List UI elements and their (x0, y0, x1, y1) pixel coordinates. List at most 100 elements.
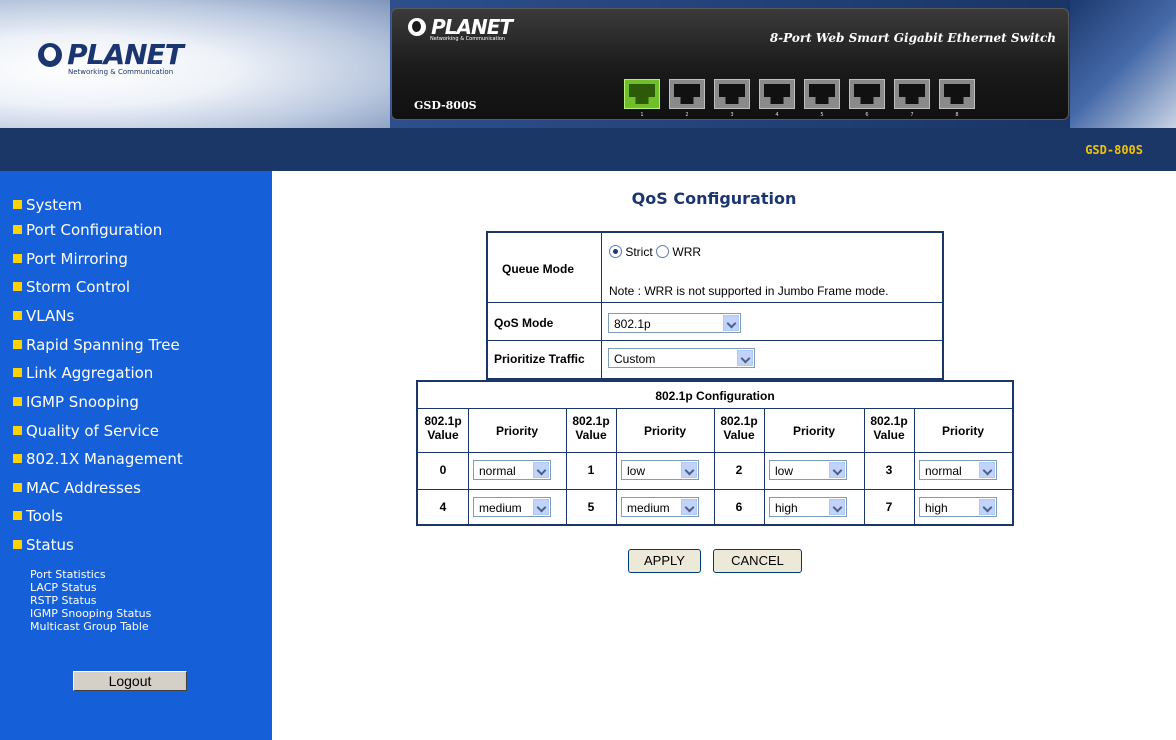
divider (601, 233, 602, 378)
port-icon (669, 79, 705, 109)
port-icon (894, 79, 930, 109)
priority-select[interactable]: normal (473, 460, 551, 480)
port-icon (804, 79, 840, 109)
sidebar-item-port-configuration[interactable]: Port Configuration (13, 221, 162, 243)
qos-mode-select[interactable]: 802.1p (608, 313, 741, 333)
queue-mode-strict-radio[interactable] (609, 245, 622, 258)
logout-button[interactable]: Logout (73, 671, 187, 691)
priority-value: 4 (439, 500, 447, 514)
chevron-down-icon (533, 462, 549, 478)
model-label: GSD-800S (1085, 143, 1143, 157)
qos-mode-label: QoS Mode (494, 316, 554, 330)
top-bar: GSD-800S (0, 128, 1176, 171)
device-title: 8-Port Web Smart Gigabit Ethernet Switch (769, 31, 1056, 45)
sidebar-item-rapid-spanning-tree[interactable]: Rapid Spanning Tree (13, 336, 180, 358)
divider (418, 489, 1012, 490)
sidebar-subitem-igmp-snooping-status[interactable]: IGMP Snooping Status (30, 608, 151, 619)
device-logo: PLANET Networking & Communication (408, 15, 513, 42)
sidebar-subitem-multicast-group-table[interactable]: Multicast Group Table (30, 621, 149, 632)
port-icon (624, 79, 660, 109)
divider (488, 340, 942, 341)
bullet-icon (13, 340, 22, 349)
sidebar-item-802-1x-management[interactable]: 802.1X Management (13, 450, 183, 472)
queue-mode-note: Note : WRR is not supported in Jumbo Fra… (609, 284, 889, 298)
bullet-icon (13, 311, 22, 320)
device-image: PLANET Networking & Communication 8-Port… (391, 8, 1069, 120)
sidebar-item-igmp-snooping[interactable]: IGMP Snooping (13, 393, 139, 415)
priority-select[interactable]: low (769, 460, 847, 480)
chevron-down-icon (737, 350, 753, 366)
brand-tagline: Networking & Communication (68, 68, 174, 76)
header-banner: PLANET Networking & Communication PLANET… (0, 0, 1176, 128)
qos-settings-table: Queue Mode Strict WRR Note : WRR is not … (486, 231, 944, 380)
sidebar-item-status[interactable]: Status (13, 536, 74, 558)
prioritize-traffic-value: Custom (614, 352, 656, 366)
queue-mode-wrr-radio[interactable] (656, 245, 670, 258)
bullet-icon (13, 282, 22, 291)
bullet-icon (13, 454, 22, 463)
cancel-button[interactable]: CANCEL (713, 549, 802, 573)
page-title: QoS Configuration (631, 189, 797, 208)
value-column-header: 802.1p Value (572, 414, 610, 442)
sidebar-subitem-lacp-status[interactable]: LACP Status (30, 582, 97, 593)
brand-name: PLANET (67, 38, 184, 71)
sidebar-item-mac-addresses[interactable]: MAC Addresses (13, 479, 141, 501)
qos-mode-value: 802.1p (614, 317, 651, 331)
queue-mode-label: Queue Mode (502, 262, 575, 276)
apply-button[interactable]: APPLY (628, 549, 701, 573)
chevron-down-icon (723, 315, 739, 331)
sidebar-item-link-aggregation[interactable]: Link Aggregation (13, 364, 153, 386)
banner-decoration (1070, 0, 1176, 128)
page: PLANET Networking & Communication PLANET… (0, 0, 1176, 740)
device-brand-tagline: Networking & Communication (430, 36, 506, 42)
priority-select-value: low (627, 464, 646, 478)
priority-select-value: high (925, 501, 948, 515)
priority-select[interactable]: high (919, 497, 997, 517)
chevron-down-icon (681, 462, 697, 478)
sidebar-item-label: Rapid Spanning Tree (26, 336, 180, 354)
priority-select[interactable]: low (621, 460, 699, 480)
bullet-icon (13, 426, 22, 435)
sidebar-item-quality-of-service[interactable]: Quality of Service (13, 422, 159, 444)
bullet-icon (13, 483, 22, 492)
priority-select[interactable]: medium (473, 497, 551, 517)
port-number: 6 (865, 112, 869, 118)
bullet-icon (13, 511, 22, 520)
priority-select-value: medium (479, 501, 522, 515)
queue-mode-wrr-label: WRR (672, 245, 702, 259)
port-number: 7 (910, 112, 914, 118)
bullet-icon (13, 225, 22, 234)
divider (418, 408, 1012, 409)
sidebar-item-label: Port Mirroring (26, 250, 128, 268)
bullet-icon (13, 540, 22, 549)
sidebar-item-tools[interactable]: Tools (13, 507, 63, 529)
chevron-down-icon (681, 499, 697, 515)
port-number: 4 (775, 112, 779, 118)
sidebar-item-system[interactable]: System (13, 196, 82, 218)
sidebar-item-label: System (26, 196, 82, 214)
sidebar-item-vlans[interactable]: VLANs (13, 307, 74, 329)
sidebar-subitem-port-statistics[interactable]: Port Statistics (30, 569, 106, 580)
divider (418, 452, 1012, 453)
port-icon (714, 79, 750, 109)
sidebar-item-label: 802.1X Management (26, 450, 183, 468)
chevron-down-icon (533, 499, 549, 515)
priority-value: 6 (735, 500, 743, 514)
sidebar-item-label: IGMP Snooping (26, 393, 139, 411)
priority-select[interactable]: normal (919, 460, 997, 480)
prioritize-traffic-select[interactable]: Custom (608, 348, 755, 368)
value-column-header: 802.1p Value (870, 414, 908, 442)
queue-mode-strict-label: Strict (625, 245, 653, 259)
priority-select[interactable]: medium (621, 497, 699, 517)
sidebar-item-storm-control[interactable]: Storm Control (13, 278, 130, 300)
dot1p-config-table: 802.1p Configuration 802.1p Value Priorit… (416, 380, 1014, 526)
device-logo-icon (408, 18, 426, 36)
priority-column-header: Priority (941, 424, 984, 438)
divider (488, 302, 942, 303)
priority-select[interactable]: high (769, 497, 847, 517)
sidebar-item-label: Storm Control (26, 278, 131, 296)
sidebar-item-port-mirroring[interactable]: Port Mirroring (13, 250, 128, 272)
sidebar-subitem-rstp-status[interactable]: RSTP Status (30, 595, 97, 606)
bullet-icon (13, 368, 22, 377)
port-number: 8 (955, 112, 959, 118)
